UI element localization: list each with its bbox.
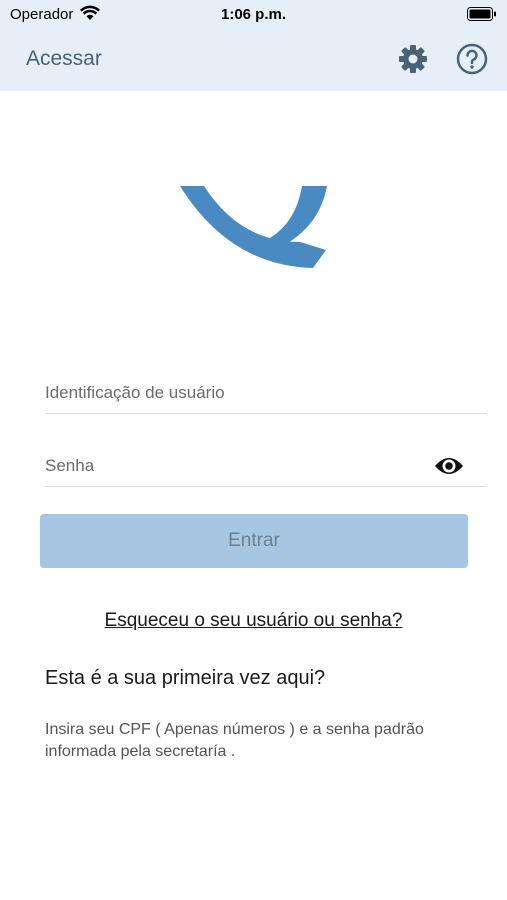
status-bar: Operador 1:06 p.m. <box>0 0 507 28</box>
settings-button[interactable] <box>396 42 430 76</box>
username-input[interactable] <box>45 373 425 413</box>
password-field <box>45 446 487 487</box>
help-button[interactable] <box>455 42 489 76</box>
gear-icon <box>399 45 427 73</box>
help-icon <box>456 43 488 75</box>
status-time: 1:06 p.m. <box>220 6 287 23</box>
app-logo <box>180 186 327 268</box>
login-screen: Operador 1:06 p.m. Acessar Identificação… <box>0 0 507 900</box>
page-title: Acessar <box>26 47 102 70</box>
first-access-heading: Esta é a sua primeira vez aqui? <box>45 667 326 689</box>
username-field <box>45 373 487 414</box>
show-password-toggle[interactable] <box>433 454 465 478</box>
eye-icon <box>435 458 463 474</box>
login-button[interactable]: Entrar <box>40 514 468 568</box>
battery-icon <box>467 7 497 26</box>
password-input[interactable] <box>45 446 425 486</box>
app-header: Acessar <box>0 28 507 91</box>
forgot-credentials-link[interactable]: Esqueceu o seu usuário ou senha? <box>0 610 507 632</box>
first-access-instructions: Insira seu CPF ( Apenas números ) e a se… <box>45 721 424 760</box>
